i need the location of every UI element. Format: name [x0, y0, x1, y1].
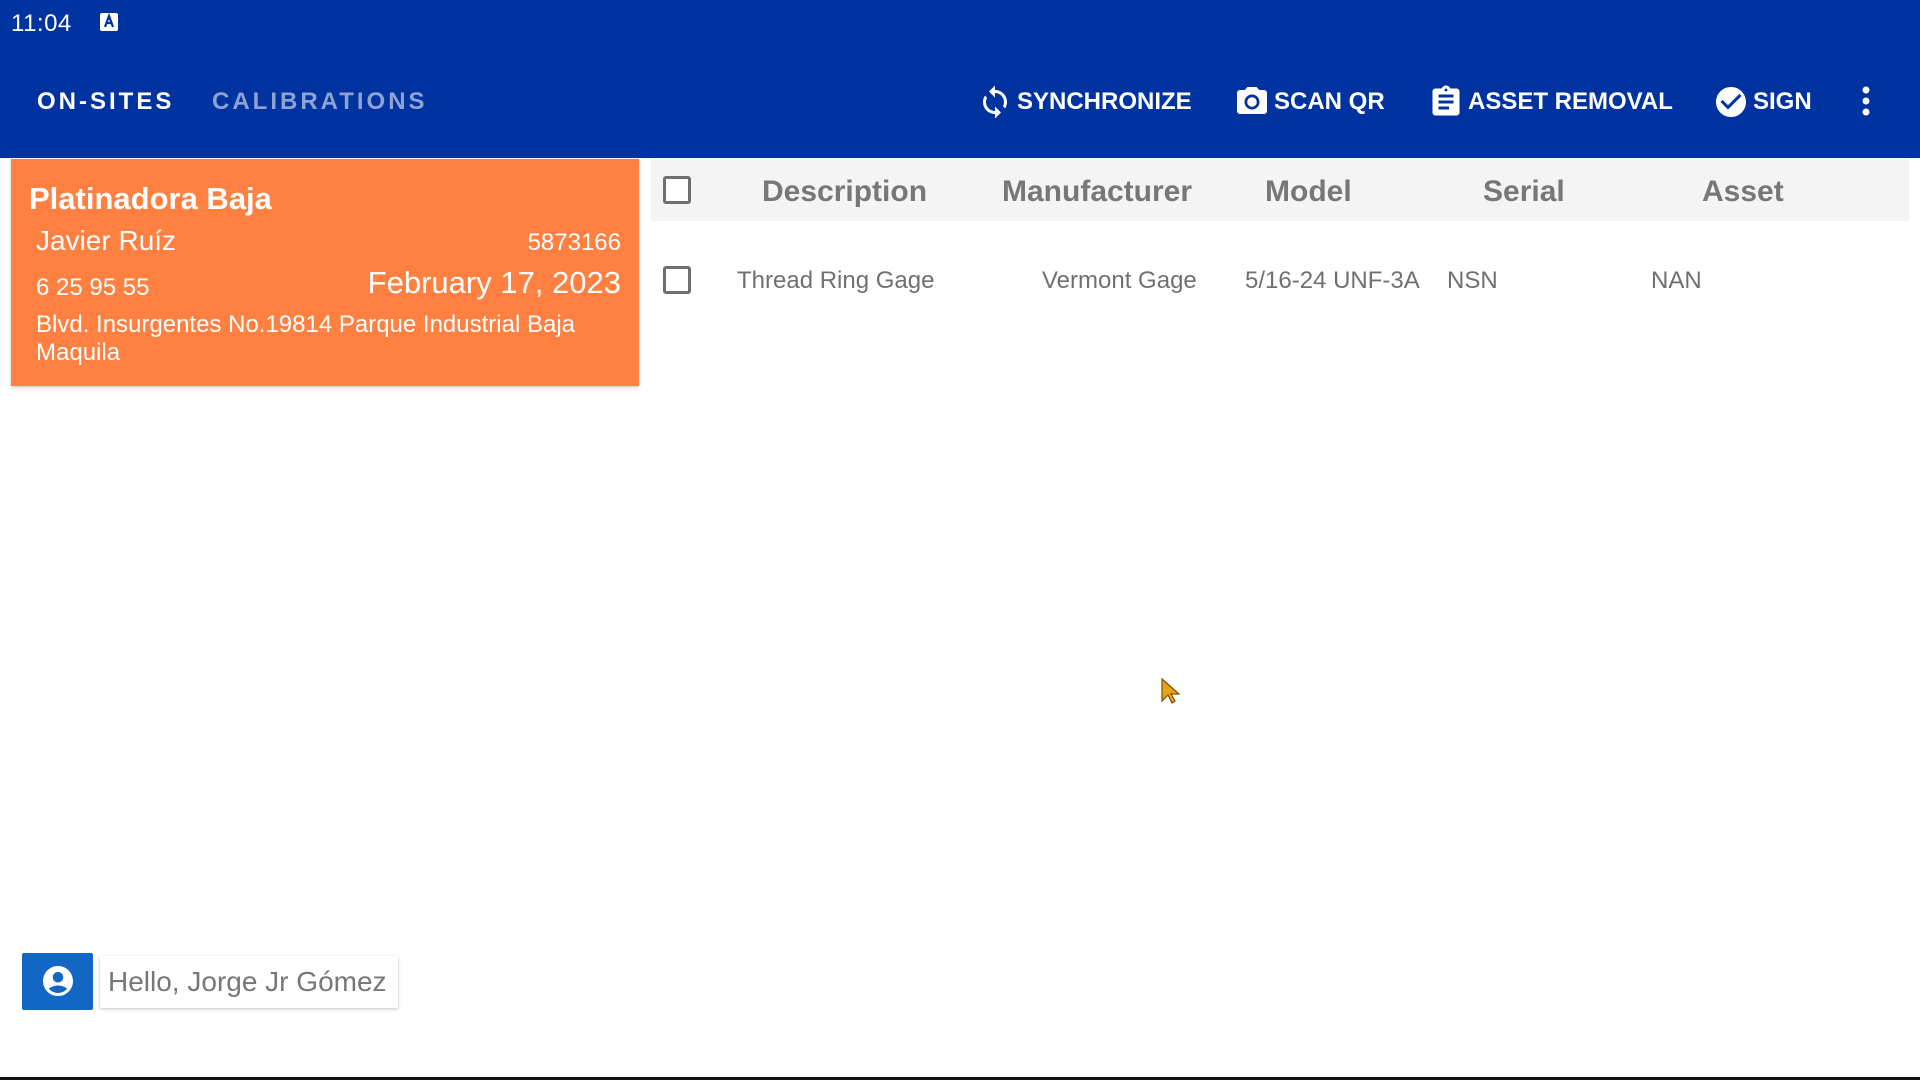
asset-removal-label: ASSET REMOVAL — [1468, 88, 1673, 115]
site-phone: 6 25 95 55 — [36, 274, 150, 301]
cell-model: 5/16-24 UNF-3A — [1245, 267, 1420, 294]
column-header-manufacturer: Manufacturer — [1002, 175, 1193, 208]
column-header-serial: Serial — [1483, 175, 1565, 208]
site-code: 5873166 — [527, 229, 621, 256]
column-header-asset: Asset — [1702, 175, 1784, 208]
site-address: Blvd. Insurgentes No.19814 Parque Indust… — [36, 311, 576, 366]
user-profile-button[interactable] — [22, 953, 93, 1010]
site-date: February 17, 2023 — [367, 265, 621, 300]
sign-label: SIGN — [1753, 88, 1812, 115]
site-name: Platinadora Baja — [29, 181, 272, 216]
column-header-model: Model — [1265, 175, 1352, 208]
cell-description: Thread Ring Gage — [737, 267, 935, 294]
synchronize-button[interactable]: SYNCHRONIZE — [977, 80, 1192, 124]
mouse-cursor-icon — [1161, 677, 1181, 704]
row-checkbox[interactable] — [663, 266, 691, 294]
cell-serial: NSN — [1447, 267, 1498, 294]
sign-button[interactable]: SIGN — [1713, 80, 1812, 124]
account-circle-icon — [43, 966, 73, 996]
synchronize-label: SYNCHRONIZE — [1017, 88, 1192, 115]
site-card[interactable]: Platinadora Baja Javier Ruíz 5873166 6 2… — [11, 159, 639, 386]
more-vert-icon[interactable] — [1852, 82, 1880, 122]
site-contact: Javier Ruíz — [36, 225, 177, 256]
status-time: 11:04 — [11, 10, 72, 37]
keyboard-a-icon — [100, 12, 118, 31]
check-circle-icon — [1716, 87, 1746, 117]
scan-qr-button[interactable]: SCAN QR — [1234, 80, 1385, 124]
asset-removal-button[interactable]: ASSET REMOVAL — [1428, 80, 1673, 124]
select-all-checkbox[interactable] — [663, 176, 691, 204]
cell-asset: NAN — [1651, 267, 1702, 294]
clipboard-icon — [1432, 85, 1460, 116]
scan-qr-label: SCAN QR — [1274, 88, 1385, 115]
table-row[interactable]: Thread Ring Gage Vermont Gage 5/16-24 UN… — [651, 250, 1909, 314]
tab-calibrations[interactable]: CALIBRATIONS — [212, 88, 428, 116]
sync-icon — [983, 85, 1007, 119]
column-header-description: Description — [762, 175, 928, 208]
app-bar: 11:04 ON-SITES CALIBRATIONS SYNCHRONIZE … — [0, 0, 1920, 158]
user-greeting: Hello, Jorge Jr Gómez — [100, 956, 398, 1008]
tab-on-sites[interactable]: ON-SITES — [37, 88, 174, 116]
table-header: Description Manufacturer Model Serial As… — [651, 159, 1909, 221]
cell-manufacturer: Vermont Gage — [1042, 267, 1197, 294]
camera-icon — [1237, 87, 1267, 114]
